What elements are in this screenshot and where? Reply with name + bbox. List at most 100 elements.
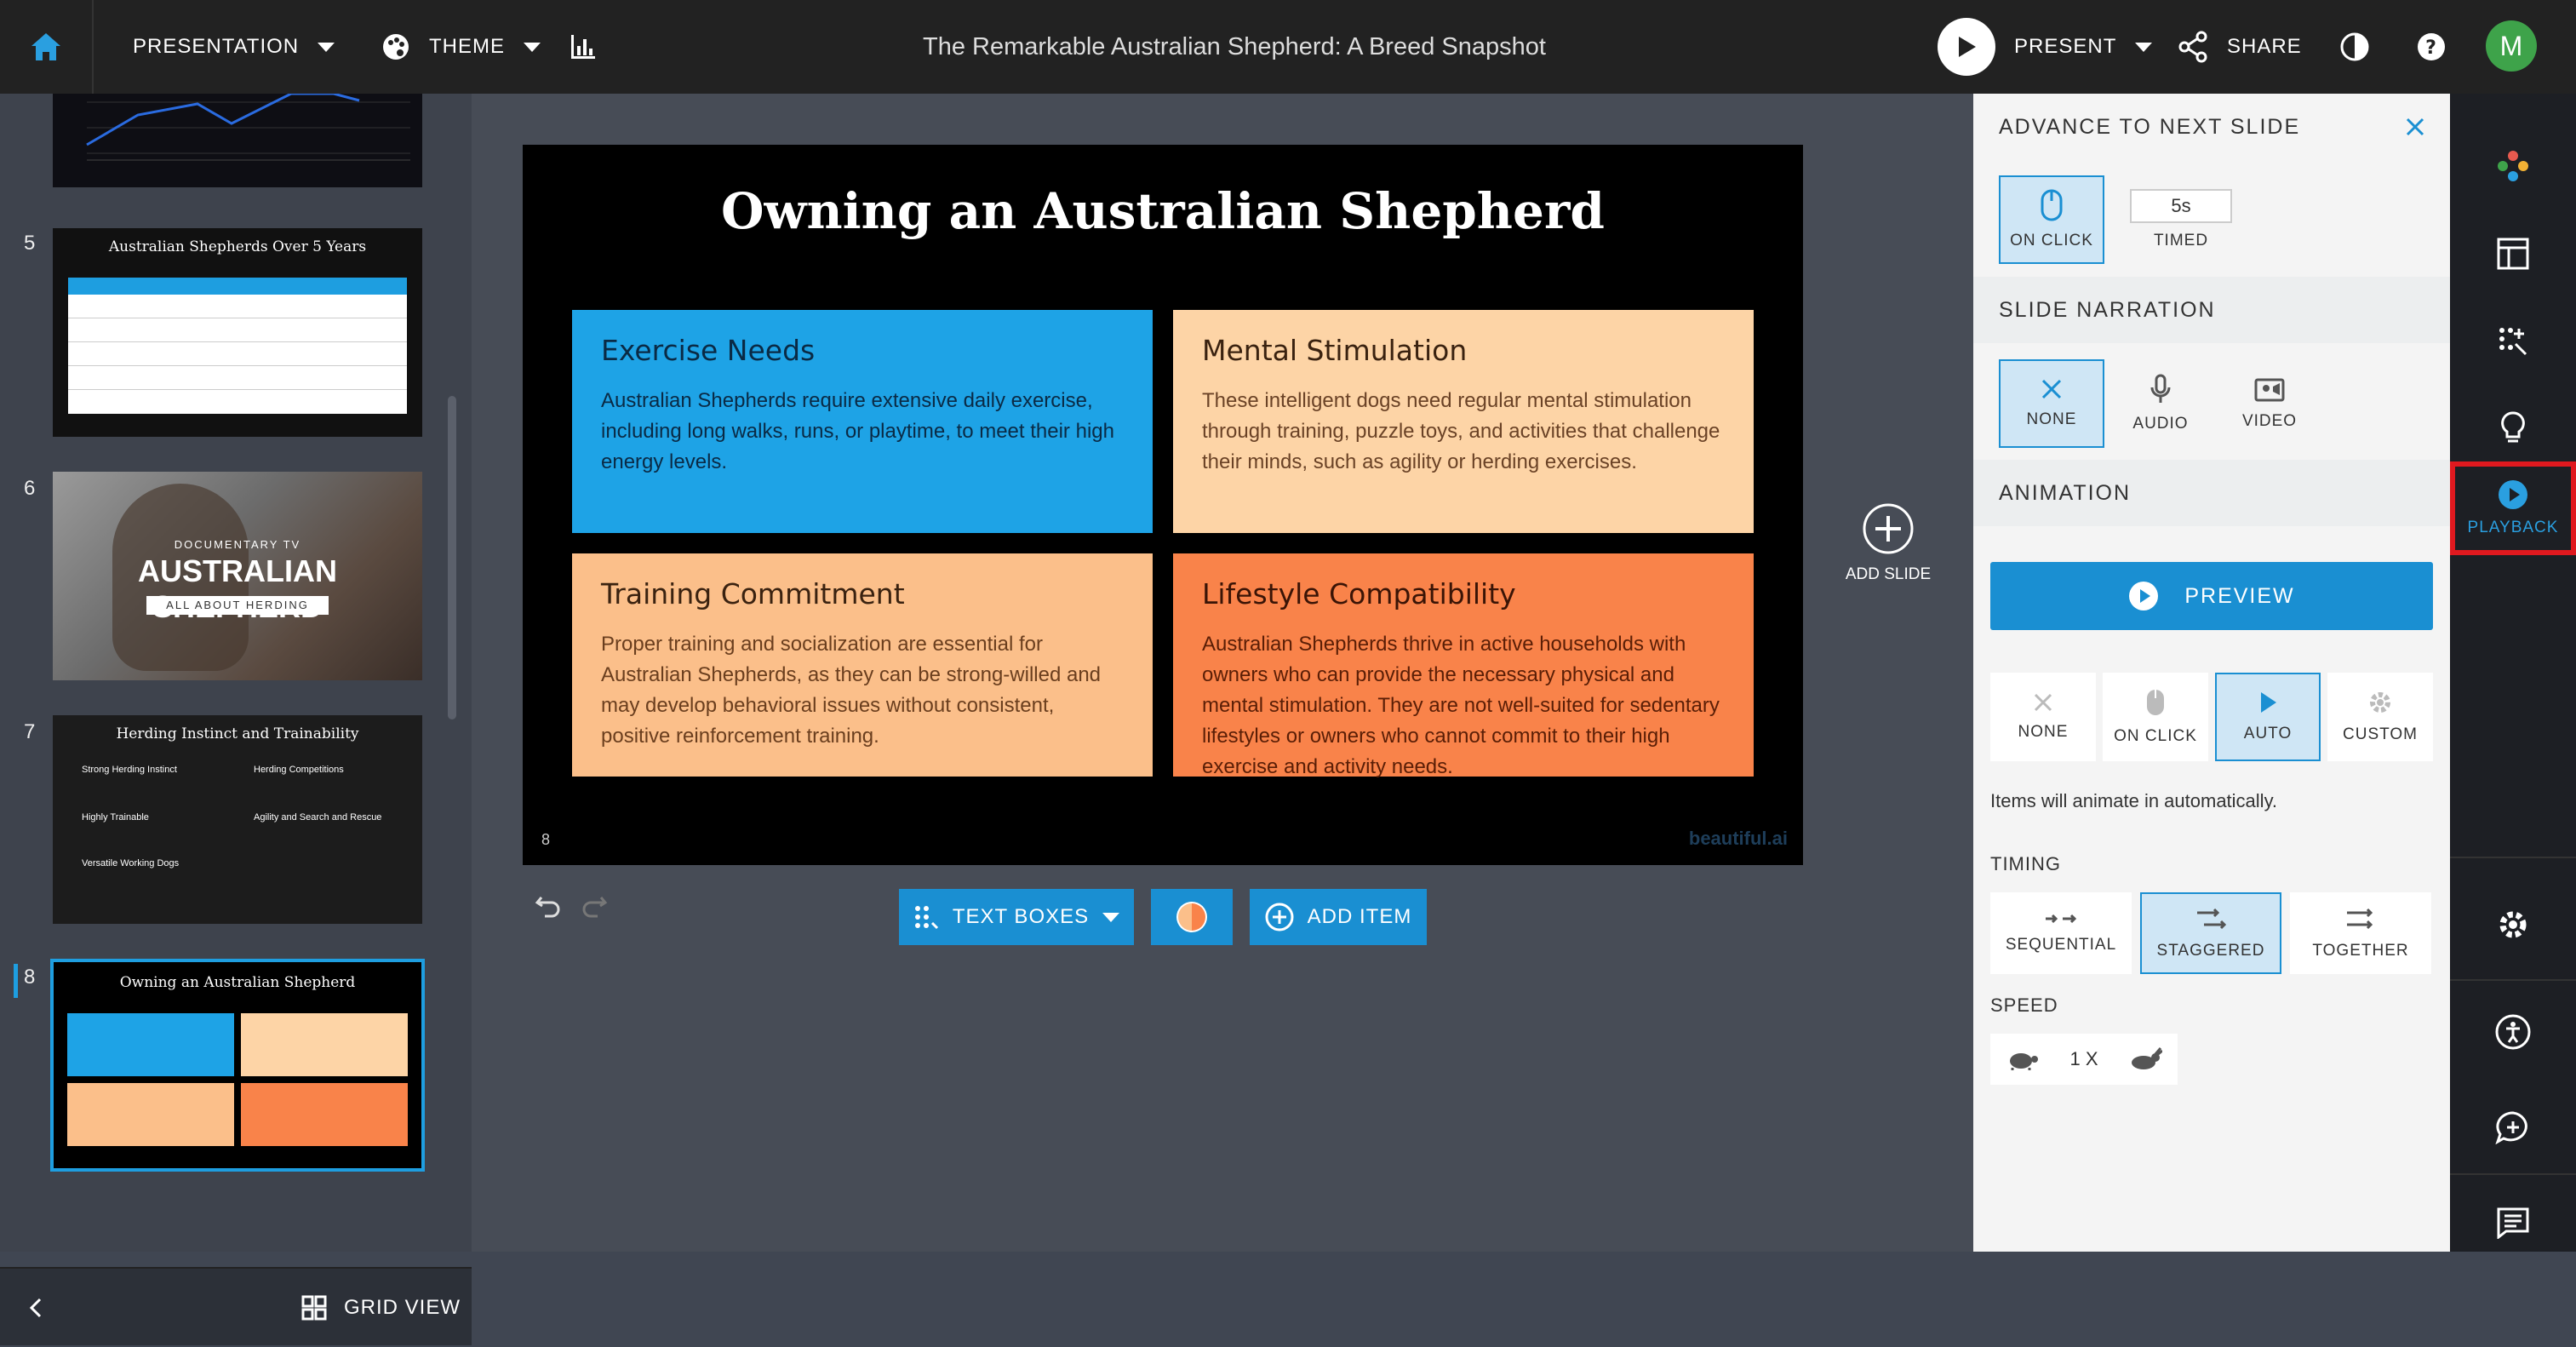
divider bbox=[2450, 857, 2576, 858]
share-icon bbox=[2178, 31, 2207, 63]
slide-thumbnail[interactable]: DOCUMENTARY TV AUSTRALIAN SHEPHERD ALL A… bbox=[53, 472, 422, 680]
slide-canvas[interactable]: Owning an Australian Shepherd Exercise N… bbox=[523, 145, 1803, 865]
animation-on-click-option[interactable]: ON CLICK bbox=[2103, 673, 2208, 761]
share-label: SHARE bbox=[2227, 35, 2302, 58]
animation-note: Items will animate in automatically. bbox=[1990, 790, 2278, 811]
playback-button[interactable]: PLAYBACK bbox=[2450, 461, 2576, 555]
timing-staggered-label: STAGGERED bbox=[2156, 942, 2265, 960]
animation-auto-label: AUTO bbox=[2243, 725, 2293, 742]
timed-label: TIMED bbox=[2153, 232, 2209, 249]
colors-button[interactable] bbox=[2450, 136, 2576, 196]
chevron-down-icon bbox=[1102, 912, 1120, 922]
timing-sequential-label: SEQUENTIAL bbox=[2005, 936, 2117, 954]
lightbulb-icon bbox=[2501, 411, 2525, 443]
grid-icon bbox=[301, 1295, 327, 1321]
timing-sequential-option[interactable]: SEQUENTIAL bbox=[1990, 892, 2132, 974]
animation-on-click-label: ON CLICK bbox=[2114, 727, 2197, 745]
animation-heading-text: ANIMATION bbox=[1999, 480, 2132, 505]
add-slide-button[interactable]: ADD SLIDE bbox=[1844, 502, 1932, 584]
svg-text:?: ? bbox=[2425, 37, 2437, 59]
speed-control[interactable]: 1 X bbox=[1990, 1034, 2178, 1085]
add-slide-label: ADD SLIDE bbox=[1845, 565, 1932, 583]
left-panel-footer: GRID VIEW bbox=[0, 1267, 472, 1345]
grid-view-button[interactable]: GRID VIEW bbox=[301, 1269, 461, 1347]
help-icon: ? bbox=[2418, 33, 2445, 60]
gear-icon bbox=[2499, 911, 2527, 938]
plus-circle-icon bbox=[1863, 503, 1914, 554]
plus-circle-icon bbox=[1265, 903, 1294, 931]
thumbnail-bullet: Strong Herding Instinct bbox=[82, 765, 177, 775]
color-picker-button[interactable] bbox=[1151, 889, 1233, 945]
slide-thumbnail[interactable] bbox=[53, 94, 422, 187]
text-boxes-button[interactable]: TEXT BOXES bbox=[899, 889, 1134, 945]
ideas-button[interactable] bbox=[2450, 398, 2576, 458]
help-button[interactable]: ? bbox=[2416, 0, 2447, 94]
narration-audio-option[interactable]: AUDIO bbox=[2108, 359, 2213, 448]
lifestyle-compatibility-box[interactable]: Lifestyle Compatibility Australian Sheph… bbox=[1173, 553, 1754, 778]
settings-button[interactable] bbox=[2450, 899, 2576, 950]
accessibility-icon bbox=[2495, 1014, 2531, 1050]
thumbnail-bullet: Versatile Working Dogs bbox=[82, 858, 180, 868]
timed-input[interactable]: 5s bbox=[2130, 189, 2232, 223]
animation-auto-option[interactable]: AUTO bbox=[2215, 673, 2321, 761]
slide-narration-heading: SLIDE NARRATION bbox=[1973, 277, 2450, 343]
sequential-arrows-icon bbox=[2046, 914, 2077, 924]
elements-button[interactable] bbox=[2450, 312, 2576, 371]
slide-thumbnail-selected[interactable]: Owning an Australian Shepherd bbox=[50, 959, 425, 1172]
present-button[interactable]: PRESENT bbox=[1938, 0, 2153, 94]
animation-none-label: NONE bbox=[2018, 723, 2069, 741]
add-item-button[interactable]: ADD ITEM bbox=[1250, 889, 1427, 945]
exercise-needs-box[interactable]: Exercise Needs Australian Shepherds requ… bbox=[572, 310, 1153, 533]
contrast-toggle[interactable] bbox=[2339, 0, 2370, 94]
accessibility-button[interactable] bbox=[2450, 1006, 2576, 1058]
slide-thumbnail[interactable]: Australian Shepherds Over 5 Years bbox=[53, 228, 422, 437]
advance-on-click-option[interactable]: ON CLICK bbox=[1999, 175, 2104, 264]
redo-icon[interactable] bbox=[581, 894, 608, 918]
chevron-left-icon[interactable] bbox=[29, 1298, 43, 1318]
box-heading: Training Commitment bbox=[601, 577, 905, 610]
narration-none-option[interactable]: NONE bbox=[1999, 359, 2104, 448]
box-body: Australian Shepherds thrive in active ho… bbox=[1202, 633, 1720, 778]
slide-number-label: 8 bbox=[541, 831, 551, 848]
timing-together-option[interactable]: TOGETHER bbox=[2290, 892, 2431, 974]
timing-staggered-option[interactable]: STAGGERED bbox=[2140, 892, 2281, 974]
together-arrows-icon bbox=[2347, 908, 2373, 930]
share-button[interactable]: SHARE bbox=[2178, 0, 2302, 94]
close-icon[interactable] bbox=[2406, 118, 2424, 136]
grid-view-label: GRID VIEW bbox=[344, 1296, 461, 1319]
avatar[interactable]: M bbox=[2486, 20, 2537, 72]
rabbit-icon[interactable] bbox=[2128, 1047, 2163, 1071]
watermark: beautiful.ai bbox=[1688, 828, 1788, 849]
play-icon bbox=[2261, 692, 2276, 713]
undo-icon[interactable] bbox=[535, 894, 562, 918]
slide-title[interactable]: Owning an Australian Shepherd bbox=[523, 182, 1803, 240]
narration-video-label: VIDEO bbox=[2241, 412, 2298, 430]
advance-heading: ADVANCE TO NEXT SLIDE bbox=[1973, 94, 2450, 160]
box-heading: Mental Stimulation bbox=[1202, 334, 1468, 367]
x-icon bbox=[2041, 379, 2062, 399]
narration-video-option[interactable]: VIDEO bbox=[2217, 359, 2322, 448]
layout-button[interactable] bbox=[2450, 224, 2576, 284]
mental-stimulation-box[interactable]: Mental Stimulation These intelligent dog… bbox=[1173, 310, 1754, 533]
training-commitment-box[interactable]: Training Commitment Proper training and … bbox=[572, 553, 1153, 777]
animation-custom-option[interactable]: CUSTOM bbox=[2327, 673, 2433, 761]
add-item-label: ADD ITEM bbox=[1307, 905, 1412, 928]
preview-button[interactable]: PREVIEW bbox=[1990, 562, 2433, 630]
thumbnail-bullet: Highly Trainable bbox=[82, 812, 149, 823]
slide-number: 7 bbox=[24, 720, 36, 743]
turtle-icon[interactable] bbox=[2006, 1047, 2040, 1071]
chevron-down-icon bbox=[2135, 42, 2153, 52]
box-heading: Lifestyle Compatibility bbox=[1202, 577, 1516, 610]
slide-thumbnails-panel: 5 Australian Shepherds Over 5 Years 6 DO… bbox=[0, 94, 472, 1345]
speaker-notes-button[interactable] bbox=[2450, 1197, 2576, 1248]
slide-thumbnail[interactable]: Herding Instinct and Trainability Strong… bbox=[53, 715, 422, 924]
slide-number: 8 bbox=[24, 966, 36, 989]
speed-value: 1 X bbox=[2069, 1048, 2098, 1069]
playback-panel: ADVANCE TO NEXT SLIDE ON CLICK 5s TIMED … bbox=[1973, 94, 2450, 1252]
thumbnails-scrollbar[interactable] bbox=[448, 396, 456, 719]
comments-button[interactable] bbox=[2450, 1102, 2576, 1153]
notes-icon bbox=[2497, 1207, 2529, 1239]
animation-none-option[interactable]: NONE bbox=[1990, 673, 2096, 761]
table-thumbnail bbox=[68, 278, 407, 414]
on-click-label: ON CLICK bbox=[2010, 232, 2093, 249]
